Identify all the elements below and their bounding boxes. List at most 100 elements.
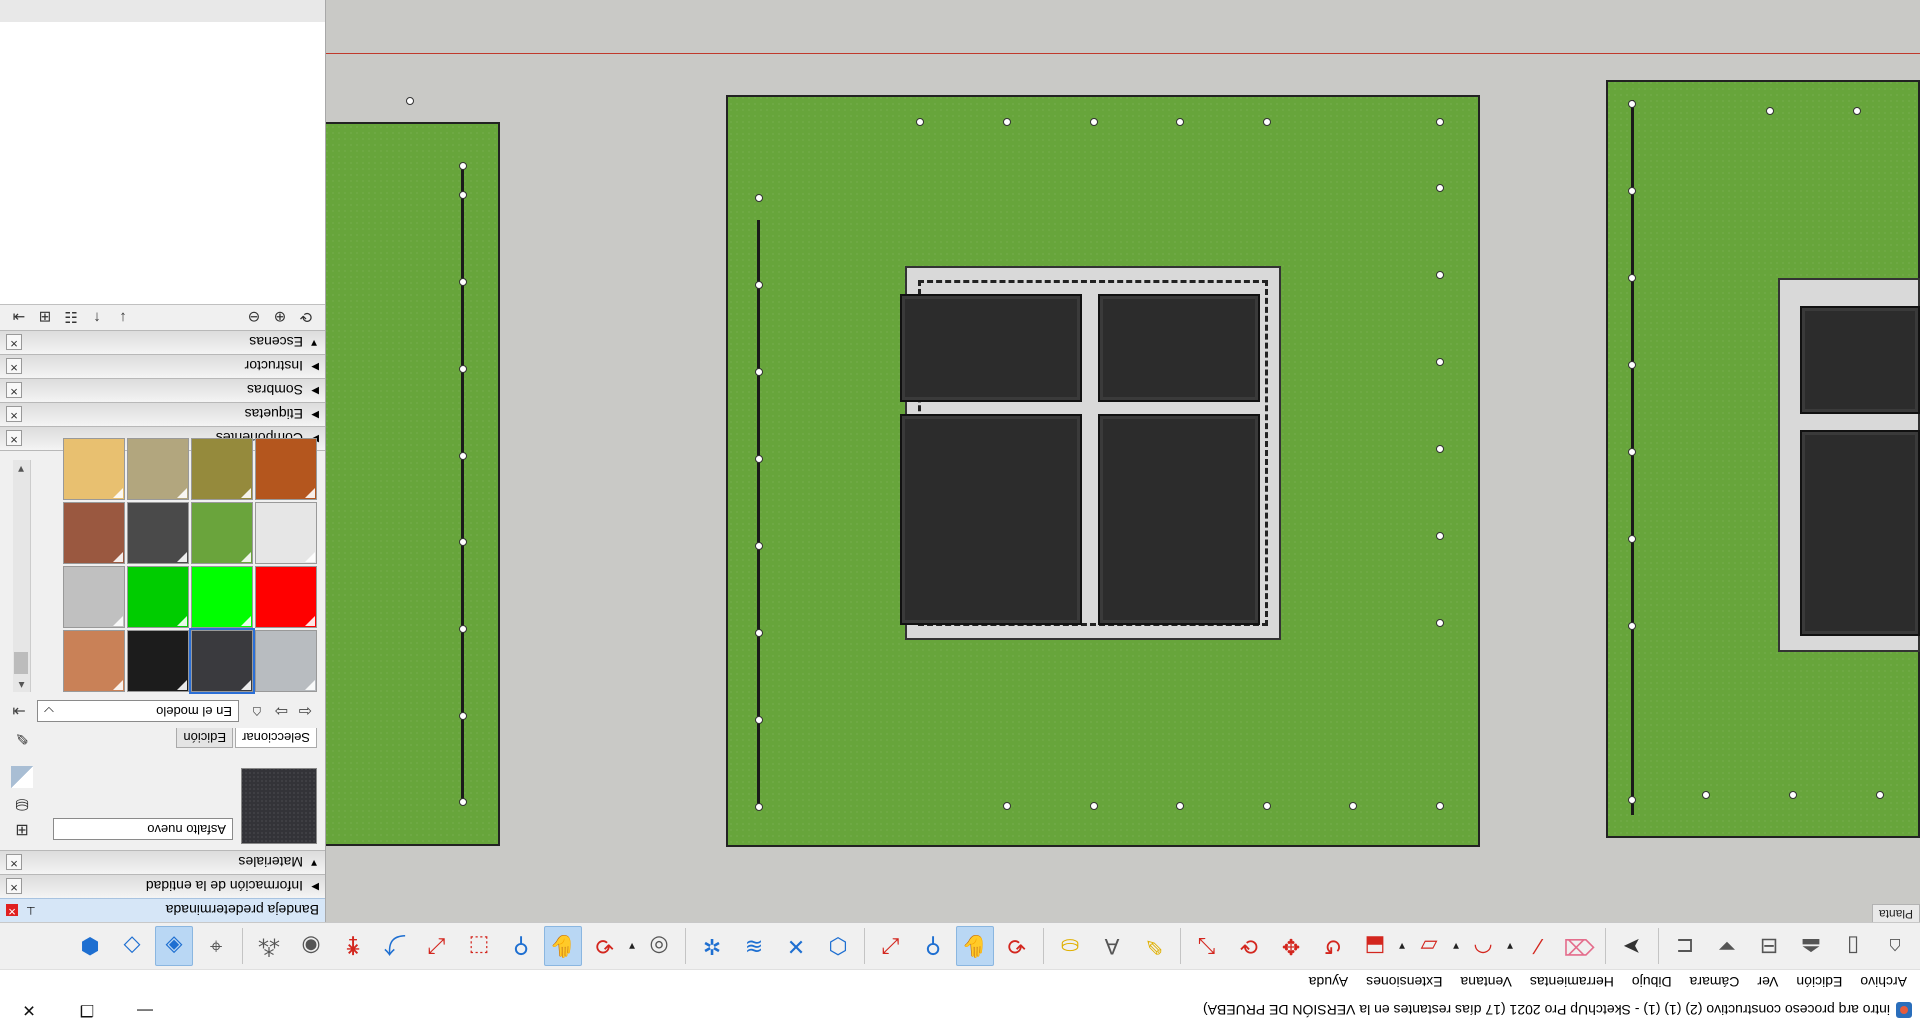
material-swatch[interactable] xyxy=(191,502,253,564)
menu-extensiones[interactable]: Extensiones xyxy=(1357,974,1451,990)
show-details-icon[interactable]: ⊞ xyxy=(32,309,58,327)
back-view-icon[interactable]: ⊏ xyxy=(1666,926,1704,966)
back-edges-icon[interactable]: ◇ xyxy=(113,926,151,966)
section-close-button[interactable]: ✕ xyxy=(6,430,22,447)
zoom-extents-icon[interactable]: ⤢ xyxy=(872,926,910,966)
material-swatch[interactable] xyxy=(191,438,253,500)
section-entity-info[interactable]: ▶ Información de la entidad ✕ xyxy=(0,874,325,898)
paint-icon[interactable]: ⛀ xyxy=(1051,926,1089,966)
zoom-window-icon[interactable]: ⬚ xyxy=(460,926,498,966)
home-icon[interactable]: ⌂ xyxy=(245,702,269,720)
material-swatch[interactable] xyxy=(255,566,317,628)
move-icon[interactable]: ✥ xyxy=(1272,926,1310,966)
material-swatch[interactable] xyxy=(63,438,125,500)
back-arrow-icon[interactable]: ⇦ xyxy=(293,701,317,721)
close-button[interactable]: ✕ xyxy=(0,994,58,1026)
menu-edicion[interactable]: Edición xyxy=(1787,974,1851,990)
swatch-scrollbar[interactable]: ▲ ▼ xyxy=(13,460,31,692)
tab-edit[interactable]: Edición xyxy=(176,728,234,748)
eraser-icon[interactable]: ⌫ xyxy=(1560,926,1598,966)
collection-select[interactable]: En el modelo xyxy=(37,700,239,722)
section-tags[interactable]: ▶ Etiquetas ✕ xyxy=(0,402,325,426)
xray-icon[interactable]: ◈ xyxy=(155,926,193,966)
components-icon[interactable]: ⬡ xyxy=(819,926,857,966)
sample-paint-icon[interactable]: ✎ xyxy=(11,726,33,748)
material-swatch[interactable] xyxy=(63,566,125,628)
materials-icon[interactable]: ✕ xyxy=(777,926,815,966)
section-close-button[interactable]: ✕ xyxy=(6,334,22,351)
material-swatch[interactable] xyxy=(127,502,189,564)
iso-view-icon[interactable]: ⊟ xyxy=(1750,926,1788,966)
rotate-icon[interactable]: ⟳ xyxy=(1230,926,1268,966)
select-icon[interactable]: ➤ xyxy=(1613,926,1651,966)
menu-herramientas[interactable]: Herramientas xyxy=(1521,974,1623,990)
zoom-icon[interactable]: ⚲ xyxy=(914,926,952,966)
section-plane-icon[interactable]: ⌂ xyxy=(1876,926,1914,966)
text-icon[interactable]: A xyxy=(1093,926,1131,966)
model-viewport[interactable]: Planta xyxy=(326,0,1920,922)
zoom2-icon[interactable]: ⚲ xyxy=(502,926,540,966)
material-swatch[interactable] xyxy=(191,566,253,628)
section-close-button[interactable]: ✕ xyxy=(6,382,22,399)
tray-close-button[interactable]: ✕ xyxy=(6,904,18,917)
update-scene-icon[interactable]: ⟳ xyxy=(293,309,319,327)
sandbox-icon[interactable]: ◎ xyxy=(640,926,678,966)
arc-icon[interactable]: ◠ xyxy=(1464,926,1502,966)
wall-panel-right[interactable] xyxy=(326,122,500,846)
tape-icon[interactable]: ✎ xyxy=(1135,926,1173,966)
move-scene-up-icon[interactable]: ↑ xyxy=(84,309,110,326)
menu-ver[interactable]: Ver xyxy=(1748,974,1787,990)
material-swatch[interactable] xyxy=(127,630,189,692)
scenes-list[interactable] xyxy=(0,22,325,304)
menu-dibujo[interactable]: Dibujo xyxy=(1623,974,1681,990)
position-camera-icon[interactable]: ⤴ xyxy=(376,926,414,966)
scale-icon[interactable]: ⤡ xyxy=(1188,926,1226,966)
tab-select[interactable]: Seleccionar xyxy=(235,728,317,748)
scroll-thumb[interactable] xyxy=(14,652,28,674)
pin-icon[interactable]: ⊥ xyxy=(26,904,36,917)
section-shadows[interactable]: ▶ Sombras ✕ xyxy=(0,378,325,402)
section-scenes[interactable]: ▼ Escenas ✕ xyxy=(0,330,325,354)
dropdown-arrow-icon[interactable]: ▼ xyxy=(626,941,638,952)
front-view-icon[interactable]: ▯ xyxy=(1834,926,1872,966)
orbit-icon[interactable]: ⟲ xyxy=(998,926,1036,966)
move-scene-down-icon[interactable]: ↓ xyxy=(110,309,136,326)
push-pull-icon[interactable]: ⬓ xyxy=(1356,926,1394,966)
material-swatch[interactable] xyxy=(255,630,317,692)
footprints-icon[interactable]: ⁂ xyxy=(250,926,288,966)
section-materials[interactable]: ▼ Materiales ✕ xyxy=(0,850,325,874)
axes-icon[interactable]: ⌖ xyxy=(197,926,235,966)
material-swatch[interactable] xyxy=(63,630,125,692)
orbit2-icon[interactable]: ⟲ xyxy=(586,926,624,966)
top-view-icon[interactable]: ⏏ xyxy=(1792,926,1830,966)
dropdown-arrow-icon[interactable]: ▼ xyxy=(1450,941,1462,952)
section-close-button[interactable]: ✕ xyxy=(6,406,22,423)
create-material-icon[interactable]: ⊞ xyxy=(11,818,33,840)
rectangle-icon[interactable]: ▱ xyxy=(1410,926,1448,966)
material-swatch[interactable] xyxy=(189,628,255,694)
material-swatch[interactable] xyxy=(255,502,317,564)
material-swatch[interactable] xyxy=(127,438,189,500)
details-menu-icon[interactable]: ⇥ xyxy=(6,309,32,327)
material-swatch[interactable] xyxy=(63,502,125,564)
add-scene-icon[interactable]: ⊕ xyxy=(267,309,293,327)
dropdown-arrow-icon[interactable]: ▼ xyxy=(1504,941,1516,952)
walk-icon[interactable]: ◉ xyxy=(292,926,330,966)
view-options-icon[interactable]: ☷ xyxy=(58,309,84,327)
add-to-model-icon[interactable]: ⛁ xyxy=(11,792,33,814)
dropdown-arrow-icon[interactable]: ▼ xyxy=(1396,941,1408,952)
line-icon[interactable]: ∕ xyxy=(1518,926,1556,966)
wireframe-icon[interactable]: ⬢ xyxy=(71,926,109,966)
section-instructor[interactable]: ▶ Instructor ✕ xyxy=(0,354,325,378)
menu-ayuda[interactable]: Ayuda xyxy=(1300,974,1357,990)
section-close-button[interactable]: ✕ xyxy=(6,878,22,895)
material-swatch[interactable] xyxy=(255,438,317,500)
scroll-down-icon[interactable]: ▼ xyxy=(12,460,30,476)
scroll-up-icon[interactable]: ▲ xyxy=(13,676,30,692)
material-name-field[interactable]: Asfalto nuevo xyxy=(53,818,233,840)
scene-tab-planta[interactable]: Planta xyxy=(1871,904,1920,922)
styles-icon[interactable]: ≋ xyxy=(735,926,773,966)
offset-icon[interactable]: ↺ xyxy=(1314,926,1352,966)
menu-ventana[interactable]: Ventana xyxy=(1451,974,1520,990)
menu-camara[interactable]: Cámara xyxy=(1681,974,1749,990)
